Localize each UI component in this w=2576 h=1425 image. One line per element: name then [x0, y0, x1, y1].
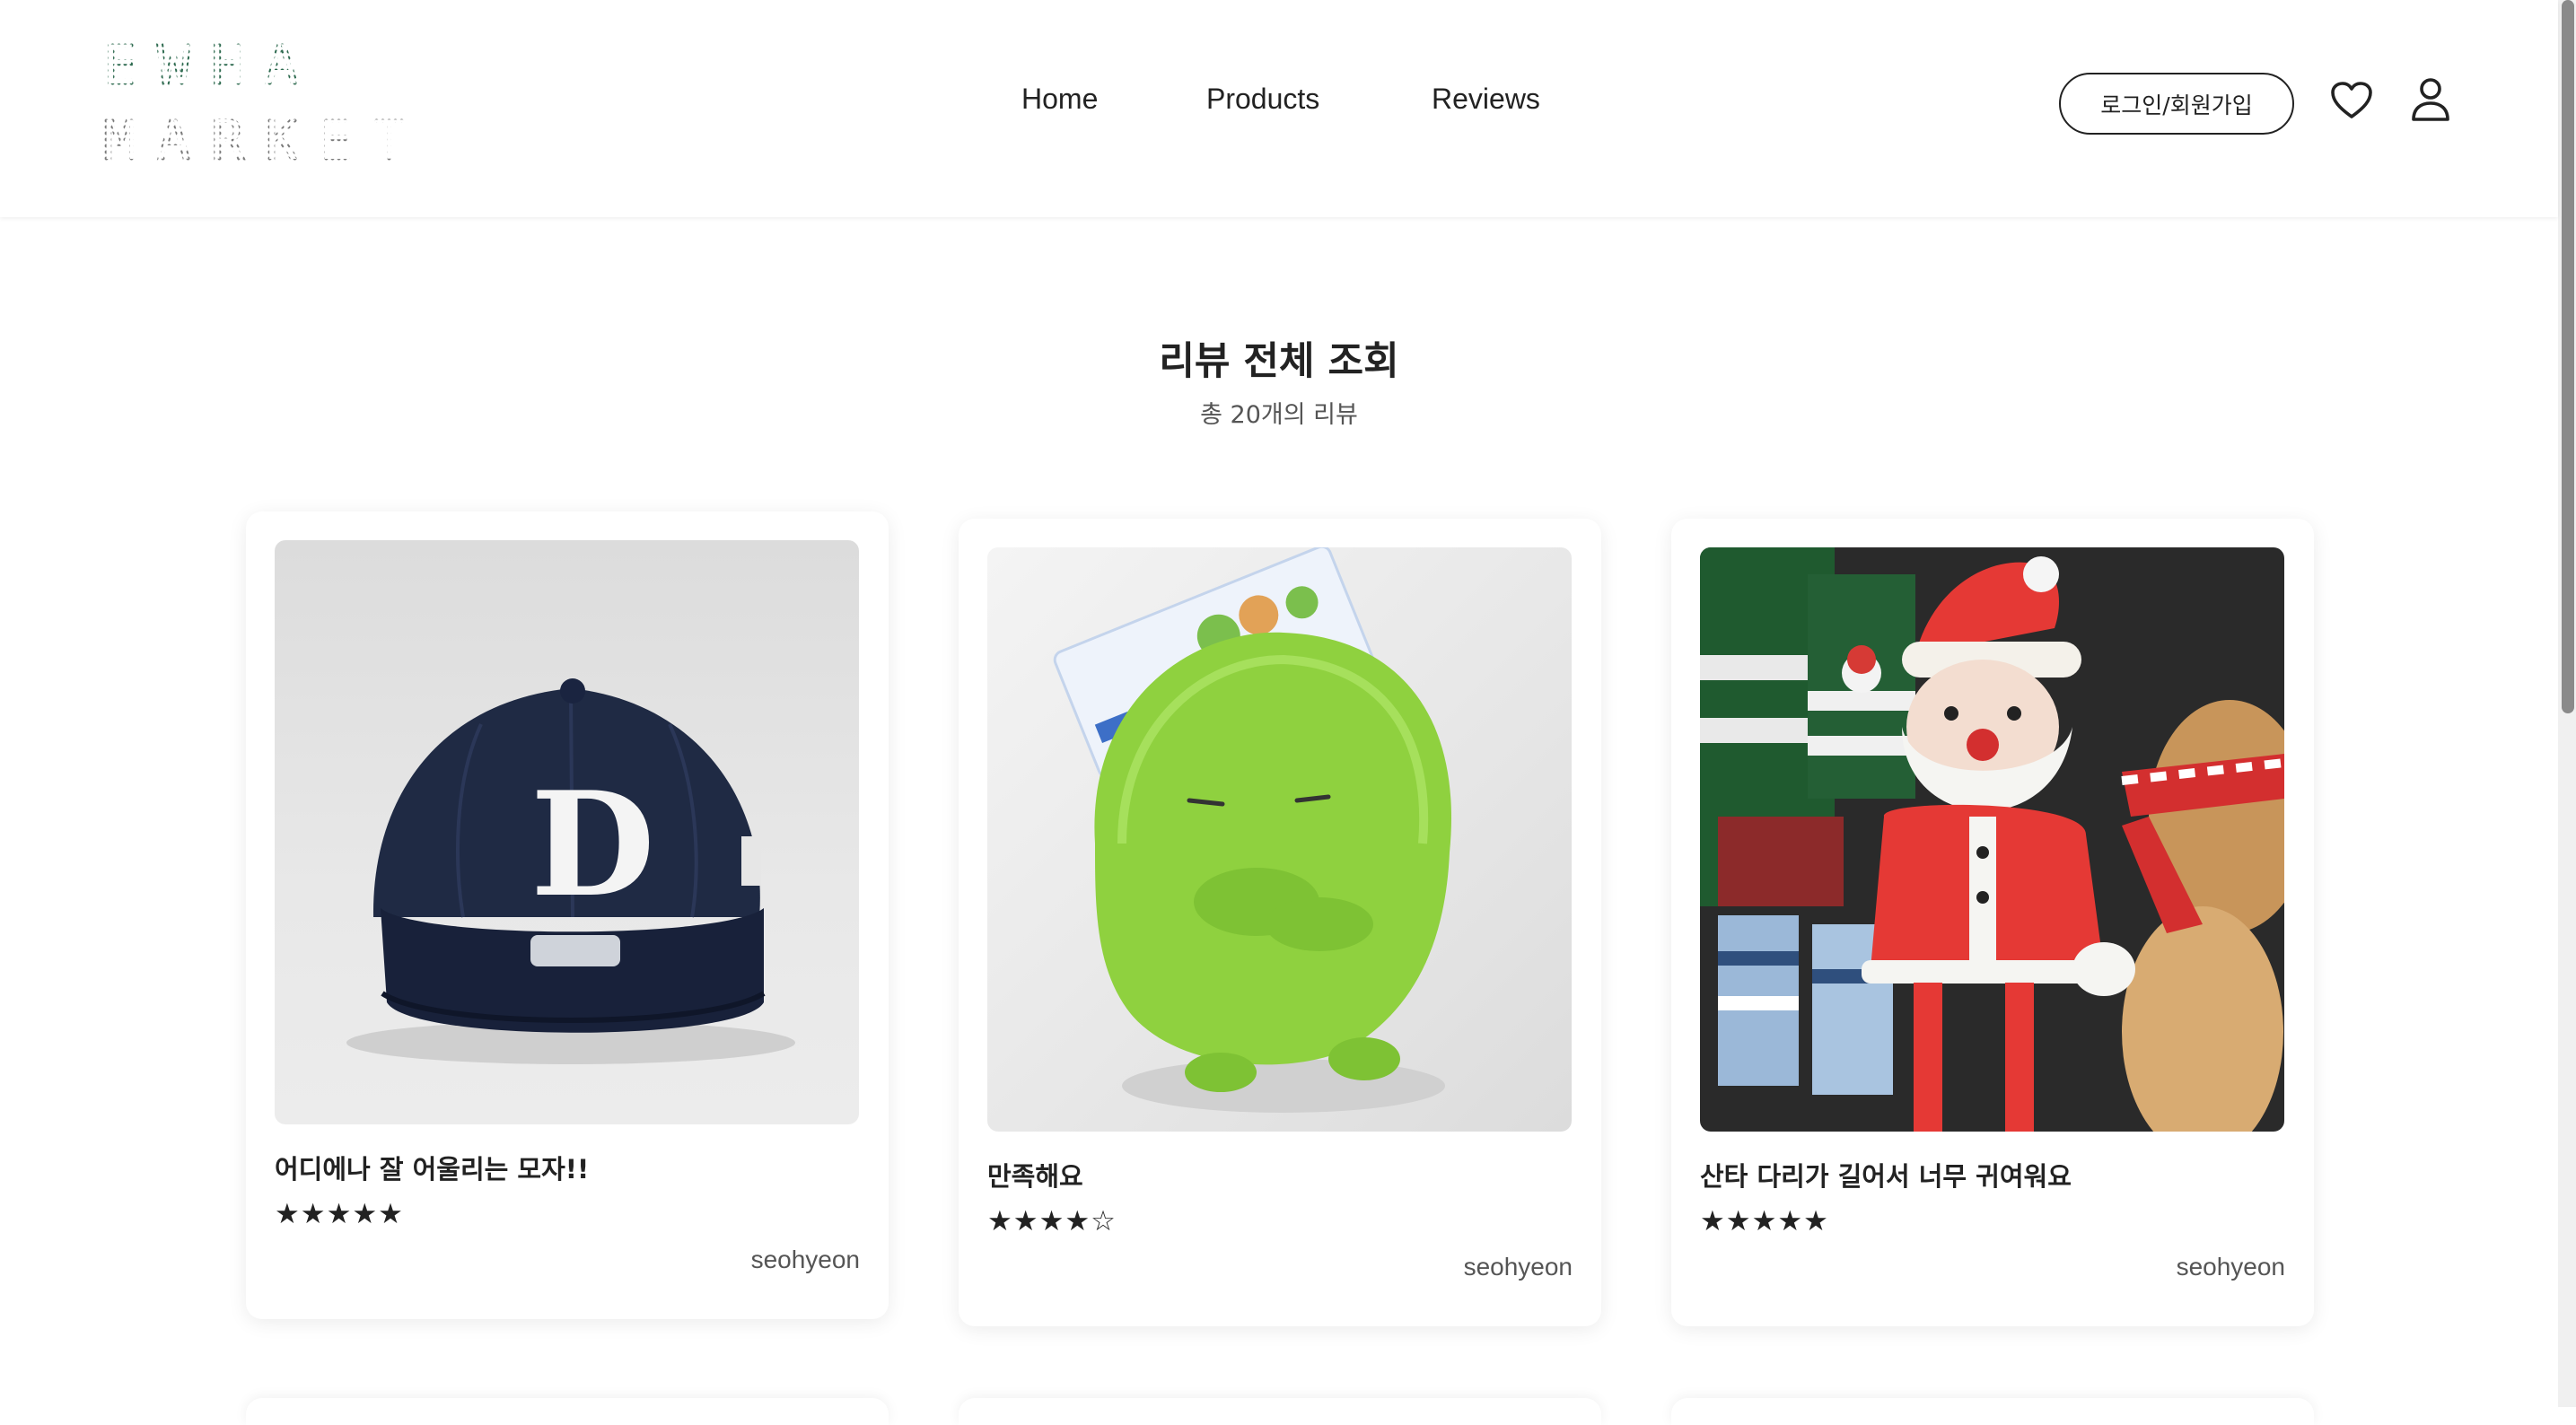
- review-author: seohyeon: [1463, 1253, 1573, 1281]
- star-rating: ★★★★★: [275, 1198, 404, 1230]
- page-title: 리뷰 전체 조회: [1159, 339, 1399, 384]
- review-card[interactable]: D 어디에나 잘 어울리는 모자!! ★★★★★ seohyeon: [246, 511, 889, 1319]
- logo-line-market: M A R K E T: [102, 108, 407, 173]
- logo-letter: A: [156, 108, 191, 173]
- logo-letter: E: [102, 32, 137, 98]
- logo-letter: W: [156, 32, 191, 98]
- review-card[interactable]: 산타 다리가 길어서 너무 귀여워요 ★★★★★ seohyeon: [1671, 519, 2314, 1326]
- logo-letter: K: [264, 108, 299, 173]
- user-icon[interactable]: [2410, 77, 2451, 122]
- logo-letter: T: [372, 108, 407, 173]
- review-count: 총 20개의 리뷰: [1200, 401, 1358, 429]
- logo-letter: H: [210, 32, 245, 98]
- nav-home-link[interactable]: Home: [1021, 83, 1098, 116]
- logo-letter: R: [210, 108, 245, 173]
- review-image-santa: [1700, 547, 2284, 1132]
- review-author: seohyeon: [2176, 1253, 2285, 1281]
- review-card-next[interactable]: [246, 1398, 889, 1425]
- logo-letter: A: [264, 32, 299, 98]
- nav-products-link[interactable]: Products: [1206, 83, 1319, 116]
- review-image-cap: D: [275, 540, 859, 1124]
- review-title: 만족해요: [987, 1161, 1083, 1192]
- review-card-next[interactable]: [1671, 1398, 2314, 1425]
- star-rating: ★★★★☆: [987, 1205, 1117, 1237]
- logo-letter: E: [318, 108, 353, 173]
- star-rating: ★★★★★: [1700, 1205, 1829, 1237]
- review-author: seohyeon: [750, 1246, 860, 1273]
- svg-text:D: D: [530, 760, 655, 929]
- review-card[interactable]: 만족해요 ★★★★☆ seohyeon: [959, 519, 1601, 1326]
- heart-icon[interactable]: [2330, 81, 2373, 120]
- page-scrollbar-thumb[interactable]: [2562, 0, 2574, 713]
- logo-letter: M: [102, 108, 137, 173]
- ewha-market-logo[interactable]: E W H A M A R K E T: [102, 32, 408, 173]
- review-title: 산타 다리가 길어서 너무 귀여워요: [1700, 1161, 2072, 1192]
- site-header: E W H A M A R K E T Home Products Review…: [0, 0, 2558, 217]
- review-title: 어디에나 잘 어울리는 모자!!: [275, 1154, 590, 1185]
- nav-reviews-link[interactable]: Reviews: [1432, 83, 1540, 116]
- review-card-next[interactable]: [959, 1398, 1601, 1425]
- logo-line-ewha: E W H A: [102, 32, 299, 98]
- review-image-plush: [987, 547, 1572, 1132]
- login-signup-button[interactable]: 로그인/회원가입: [2059, 73, 2294, 135]
